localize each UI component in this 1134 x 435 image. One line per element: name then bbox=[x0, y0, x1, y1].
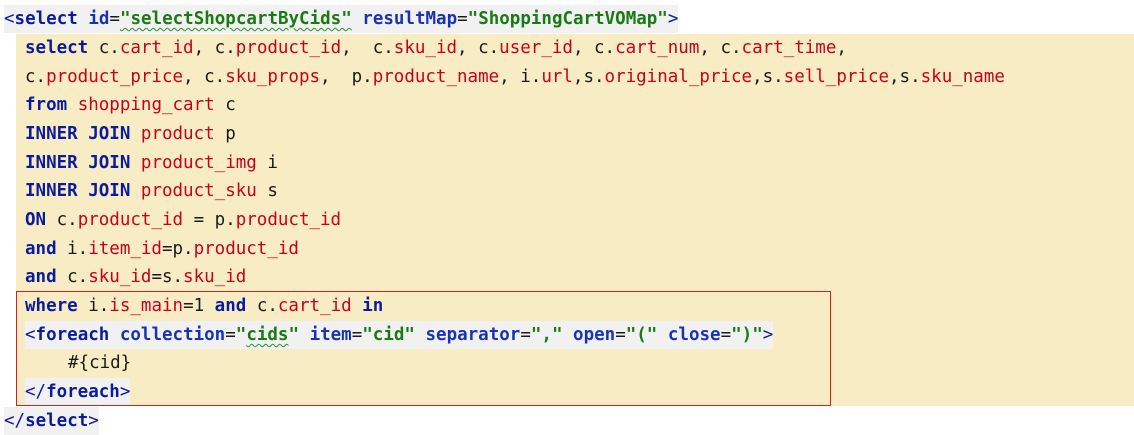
code-line-9[interactable]: and c.sku_id=s.sku_id bbox=[25, 263, 246, 291]
code-text: c. bbox=[88, 38, 120, 58]
table-alias: p bbox=[214, 124, 236, 144]
code-text: , c. bbox=[341, 38, 394, 58]
column-name: product_id bbox=[77, 210, 184, 230]
code-line-1[interactable]: select c.cart_id, c.product_id, c.sku_id… bbox=[25, 34, 847, 62]
column-name: cart_id bbox=[119, 38, 194, 58]
code-text: ,s. bbox=[889, 67, 921, 87]
keyword: INNER JOIN bbox=[25, 181, 131, 201]
column-name: product_id bbox=[235, 38, 342, 58]
column-name: sku_id bbox=[393, 38, 458, 58]
code-text: , c. bbox=[699, 38, 742, 58]
column-name: sku_id bbox=[183, 267, 247, 287]
code-text: ,s. bbox=[752, 67, 784, 87]
column-name: cart_time bbox=[741, 38, 837, 58]
column-name: sell_price bbox=[783, 67, 890, 87]
table-name: product bbox=[140, 124, 215, 144]
tag-bracket: > bbox=[667, 9, 679, 29]
code-text: , c. bbox=[183, 67, 226, 87]
code-text: , c. bbox=[457, 38, 500, 58]
attr-id-value: "selectShopcartByCids" bbox=[119, 9, 352, 29]
column-name: product_price bbox=[46, 67, 184, 87]
keyword: and bbox=[25, 239, 57, 259]
column-name: product_name bbox=[372, 67, 500, 87]
code-text: =s. bbox=[151, 267, 184, 287]
attr-resultmap-value: "ShoppingCartVOMap" bbox=[467, 9, 668, 29]
table-alias: c bbox=[214, 95, 236, 115]
column-name: user_id bbox=[499, 38, 573, 58]
code-line-5[interactable]: INNER JOIN product_img i bbox=[25, 149, 278, 177]
code-editor[interactable]: <select id="selectShopcartByCids" result… bbox=[0, 0, 1134, 435]
code-text: , i. bbox=[499, 67, 542, 87]
attr-eq: = bbox=[109, 9, 120, 29]
code-text: , c. bbox=[193, 38, 236, 58]
column-name: original_price bbox=[604, 67, 753, 87]
code-text: =p. bbox=[161, 239, 194, 259]
column-name: sku_id bbox=[88, 267, 152, 287]
tag-bracket: < bbox=[4, 9, 15, 29]
code-line-3[interactable]: from shopping_cart c bbox=[25, 91, 236, 119]
tag-name: select bbox=[25, 411, 89, 431]
table-alias: i bbox=[256, 153, 278, 173]
code-line-7[interactable]: ON c.product_id = p.product_id bbox=[25, 206, 341, 234]
select-close-tag[interactable]: </select> bbox=[4, 407, 99, 435]
attr-id: id bbox=[88, 9, 110, 29]
code-line-4[interactable]: INNER JOIN product p bbox=[25, 120, 236, 148]
code-text: , p. bbox=[320, 67, 373, 87]
tag-bracket: > bbox=[88, 411, 99, 431]
code-line-2[interactable]: c.product_price, c.sku_props, p.product_… bbox=[25, 63, 1005, 91]
code-text: , c. bbox=[572, 38, 616, 58]
tag-bracket: </ bbox=[4, 411, 26, 431]
keyword: select bbox=[25, 38, 89, 58]
code-text: i. bbox=[56, 239, 89, 259]
highlight-box bbox=[16, 291, 831, 406]
table-name: shopping_cart bbox=[77, 95, 215, 115]
code-line-6[interactable]: INNER JOIN product_sku s bbox=[25, 177, 278, 205]
code-text: c. bbox=[46, 210, 78, 230]
code-text: c. bbox=[56, 267, 89, 287]
code-line-8[interactable]: and i.item_id=p.product_id bbox=[25, 235, 299, 263]
keyword: INNER JOIN bbox=[25, 124, 131, 144]
code-text: , bbox=[836, 38, 847, 58]
keyword: INNER JOIN bbox=[25, 153, 131, 173]
column-name: url bbox=[541, 67, 573, 87]
attr-eq: = bbox=[457, 9, 468, 29]
column-name: product_id bbox=[235, 210, 342, 230]
column-name: sku_props bbox=[225, 67, 321, 87]
keyword: and bbox=[25, 267, 57, 287]
column-name: cart_num bbox=[615, 38, 700, 58]
table-name: product_sku bbox=[140, 181, 257, 201]
table-alias: s bbox=[256, 181, 278, 201]
select-open-tag[interactable]: <select id="selectShopcartByCids" result… bbox=[4, 5, 679, 33]
column-name: sku_name bbox=[920, 67, 1005, 87]
column-name: item_id bbox=[88, 239, 162, 259]
table-name: product_img bbox=[140, 153, 257, 173]
code-text: c. bbox=[25, 67, 47, 87]
keyword: ON bbox=[25, 210, 47, 230]
code-text: = p. bbox=[183, 210, 236, 230]
keyword: from bbox=[25, 95, 68, 115]
tag-name: select bbox=[14, 9, 78, 29]
code-text: ,s. bbox=[572, 67, 605, 87]
column-name: product_id bbox=[193, 239, 299, 259]
attr-resultmap: resultMap bbox=[362, 9, 458, 29]
